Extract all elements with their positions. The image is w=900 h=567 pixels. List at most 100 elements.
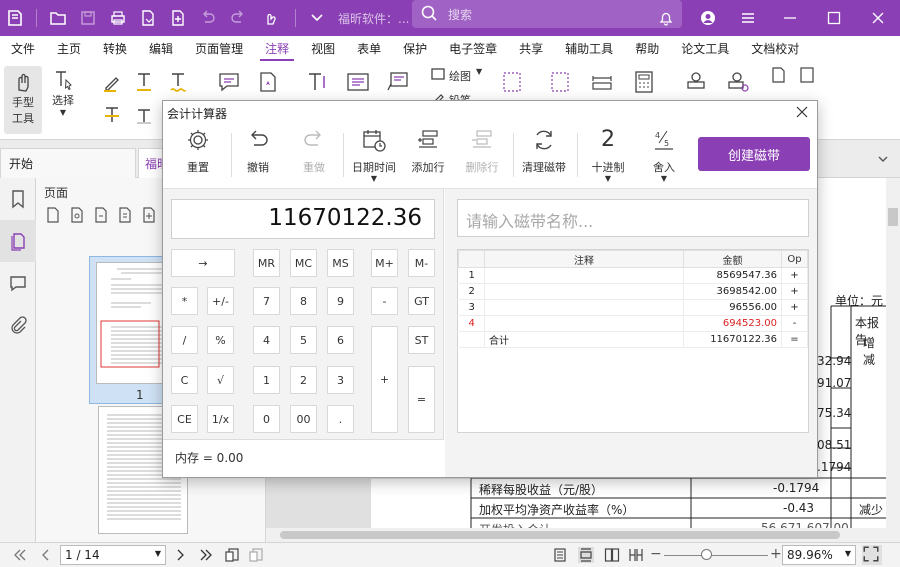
chevron-down-icon[interactable] bbox=[302, 0, 332, 36]
menu-item[interactable]: 注释 bbox=[254, 36, 300, 62]
single-page-icon[interactable] bbox=[552, 547, 568, 563]
menu-item[interactable]: 文件 bbox=[0, 36, 46, 62]
hand-tool-button[interactable]: 手型 工具 bbox=[4, 66, 42, 134]
calculator-key[interactable]: 2 bbox=[290, 366, 317, 394]
menu-item[interactable]: 共享 bbox=[508, 36, 554, 62]
tape-table[interactable]: 注释 金额 Op 1 8569547.36 +2 3698542.00 +3 96556.… bbox=[457, 249, 809, 433]
menu-item[interactable]: 帮助 bbox=[624, 36, 670, 62]
page-number-input[interactable]: 1 / 14 ▼ bbox=[60, 545, 166, 565]
menu-item[interactable]: 文档校对 bbox=[740, 36, 810, 62]
two-page-continuous-icon[interactable] bbox=[628, 547, 644, 563]
clear-tape-button[interactable]: 清理磁带 bbox=[515, 127, 573, 183]
textbox-icon[interactable] bbox=[346, 70, 370, 94]
calculator-key[interactable]: 1 bbox=[253, 366, 280, 394]
page-icon-1[interactable] bbox=[44, 206, 62, 224]
calculator-key[interactable]: 1/x bbox=[207, 405, 234, 433]
strikeout-text-icon[interactable] bbox=[100, 104, 124, 128]
menu-item[interactable]: 主页 bbox=[46, 36, 92, 62]
calculator-key[interactable]: MS bbox=[327, 249, 354, 277]
summarize-comments-icon[interactable] bbox=[798, 66, 816, 84]
calculator-key[interactable]: M+ bbox=[371, 249, 398, 277]
calculator-key[interactable]: MR bbox=[253, 249, 280, 277]
page-icon-5[interactable] bbox=[140, 206, 158, 224]
hand-dropdown-icon[interactable] bbox=[253, 0, 289, 36]
first-page-icon[interactable] bbox=[12, 547, 28, 563]
replace-text-icon[interactable] bbox=[132, 104, 156, 128]
chevron-down-icon[interactable]: ▼ bbox=[155, 549, 161, 558]
menu-item[interactable]: 保护 bbox=[392, 36, 438, 62]
bookmark-icon[interactable] bbox=[0, 178, 36, 220]
calculator-key[interactable]: 00 bbox=[290, 405, 317, 433]
undo-button[interactable]: 撤销 bbox=[229, 127, 287, 183]
calculator-key[interactable]: √ bbox=[207, 366, 234, 394]
horizontal-scrollbar[interactable] bbox=[266, 528, 886, 542]
menu-icon[interactable] bbox=[728, 0, 768, 36]
fullscreen-icon[interactable] bbox=[862, 545, 882, 565]
scroll-thumb[interactable] bbox=[888, 208, 898, 226]
stamp-icon[interactable] bbox=[548, 70, 572, 94]
print-icon[interactable] bbox=[103, 0, 133, 36]
calculator-key[interactable]: C bbox=[171, 366, 198, 394]
menu-item[interactable]: 表单 bbox=[346, 36, 392, 62]
reset-button[interactable]: 重置 bbox=[169, 127, 227, 183]
calculator-key[interactable]: ST bbox=[408, 326, 435, 354]
close-icon[interactable] bbox=[795, 105, 809, 119]
calculator-key[interactable]: GT bbox=[408, 287, 435, 315]
tape-name-input[interactable]: 请输入磁带名称... bbox=[457, 199, 809, 237]
redo-icon[interactable] bbox=[223, 0, 253, 36]
menu-item[interactable]: 辅助工具 bbox=[554, 36, 624, 62]
two-page-icon[interactable] bbox=[604, 547, 620, 563]
calculator-key[interactable]: M- bbox=[408, 249, 435, 277]
attachment-icon[interactable] bbox=[0, 304, 36, 346]
tape-row[interactable]: 1 8569547.36 + bbox=[458, 267, 808, 284]
decimal-button[interactable]: 2 十进制 ▼ bbox=[579, 127, 637, 183]
calculator-key[interactable]: 4 bbox=[253, 326, 280, 354]
tape-row[interactable]: 3 96556.00 + bbox=[458, 299, 808, 316]
menu-item[interactable]: 视图 bbox=[300, 36, 346, 62]
calculator-key[interactable]: / bbox=[171, 326, 198, 354]
undo-icon[interactable] bbox=[193, 0, 223, 36]
extract-page-icon[interactable] bbox=[224, 547, 240, 563]
close-icon[interactable] bbox=[856, 0, 900, 36]
chevron-down-icon[interactable]: ▼ bbox=[845, 549, 851, 558]
last-page-icon[interactable] bbox=[198, 547, 214, 563]
calculator-key[interactable]: 0 bbox=[253, 405, 280, 433]
zoom-out-icon[interactable]: − bbox=[650, 546, 666, 562]
vertical-scrollbar[interactable] bbox=[886, 178, 900, 542]
zoom-input[interactable]: 89.96% ▼ bbox=[782, 545, 856, 565]
calculator-key[interactable]: + bbox=[371, 326, 398, 433]
calculator-key[interactable]: 9 bbox=[327, 287, 354, 315]
stamp-settings-icon[interactable] bbox=[726, 70, 750, 94]
select-tool-button[interactable]: 选择 ▼ bbox=[46, 68, 80, 117]
scroll-thumb[interactable] bbox=[280, 531, 840, 539]
calculator-key[interactable]: MC bbox=[290, 249, 317, 277]
new-file-icon[interactable] bbox=[163, 0, 193, 36]
calculator-key[interactable]: - bbox=[371, 287, 398, 315]
tape-row[interactable]: 2 3698542.00 + bbox=[458, 283, 808, 300]
calculator-key[interactable]: → bbox=[171, 249, 235, 277]
menu-item[interactable]: 编辑 bbox=[138, 36, 184, 62]
bell-icon[interactable] bbox=[644, 0, 688, 36]
maximize-icon[interactable] bbox=[812, 0, 856, 36]
continuous-page-icon[interactable] bbox=[578, 547, 594, 563]
page-icon-3[interactable] bbox=[92, 206, 110, 224]
page-view-icon[interactable] bbox=[248, 547, 264, 563]
prev-page-icon[interactable] bbox=[38, 547, 54, 563]
calculator-key[interactable]: % bbox=[207, 326, 234, 354]
zoom-slider-knob[interactable] bbox=[700, 549, 712, 560]
calculator-key[interactable]: . bbox=[327, 405, 354, 433]
tape-row[interactable]: 4 694523.00- bbox=[458, 315, 808, 332]
calculator-key[interactable]: 6 bbox=[327, 326, 354, 354]
calculator-key[interactable]: * bbox=[171, 287, 198, 315]
calculator-key[interactable]: 5 bbox=[290, 326, 317, 354]
minimize-icon[interactable] bbox=[768, 0, 812, 36]
create-tape-button[interactable]: 创建磁带 bbox=[698, 137, 810, 171]
comments-icon[interactable] bbox=[0, 262, 36, 304]
measure-distance-icon[interactable] bbox=[590, 70, 614, 94]
menu-item[interactable]: 页面管理 bbox=[184, 36, 254, 62]
search-box[interactable]: 搜索 bbox=[412, 0, 682, 28]
calculator-key[interactable]: +/- bbox=[207, 287, 234, 315]
calculator-icon[interactable] bbox=[632, 70, 656, 94]
page-icon-2[interactable] bbox=[68, 206, 86, 224]
menu-item[interactable]: 转换 bbox=[92, 36, 138, 62]
